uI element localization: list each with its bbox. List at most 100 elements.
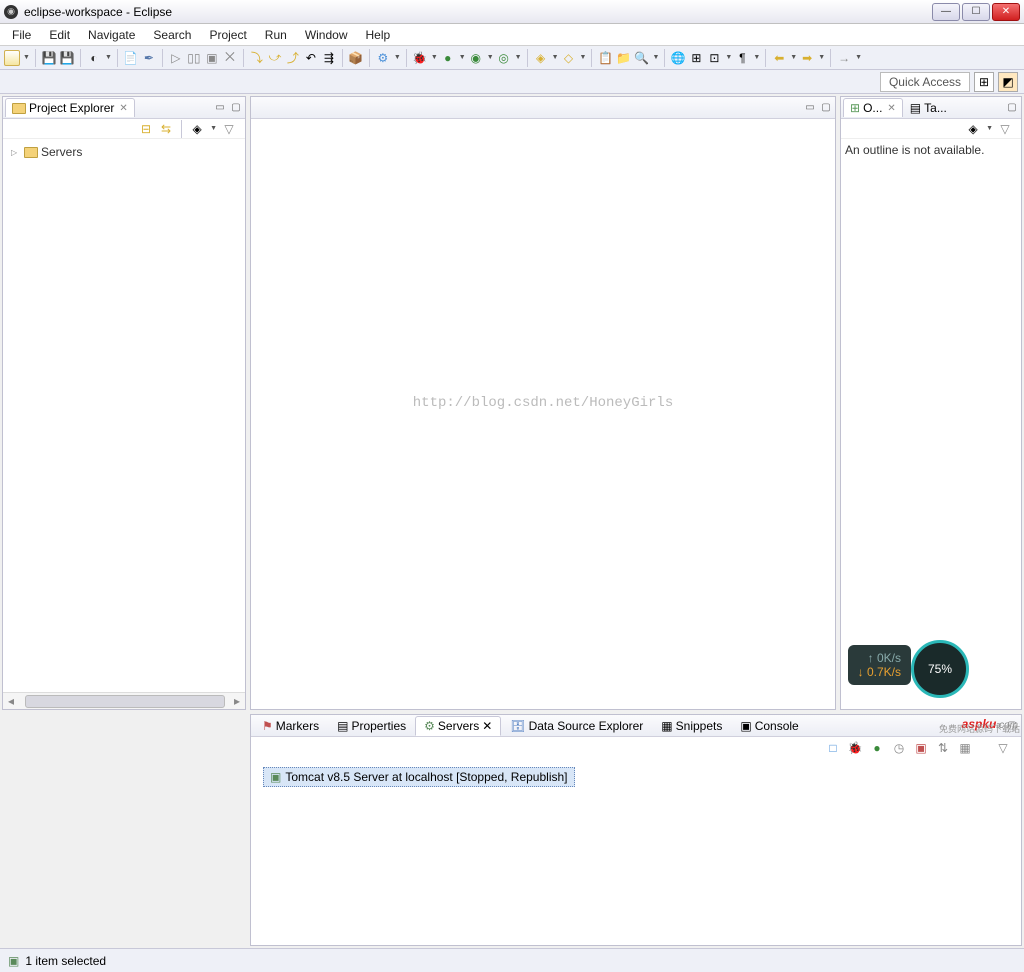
outline-icon: ⊞ — [850, 101, 860, 115]
project-tree[interactable]: ▷ Servers — [3, 139, 245, 692]
servers-body[interactable]: ▣ Tomcat v8.5 Server at localhost [Stopp… — [251, 759, 1021, 945]
menu-bar: File Edit Navigate Search Project Run Wi… — [0, 24, 1024, 46]
step-over-icon[interactable]: ⤻ — [267, 50, 283, 66]
console-icon: ▣ — [740, 719, 751, 733]
selection-icon: ▣ — [8, 954, 19, 968]
new-server-icon[interactable]: ⚙ — [375, 50, 391, 66]
open-type-icon[interactable]: 📄 — [123, 50, 139, 66]
save-all-icon[interactable]: 💾 — [59, 50, 75, 66]
properties-tab[interactable]: ▤Properties — [328, 716, 415, 736]
publish-server-icon[interactable]: ⇅ — [935, 740, 951, 756]
focus-outline-icon[interactable]: ◈ — [965, 121, 981, 137]
maximize-editor-icon[interactable]: ▢ — [819, 101, 833, 115]
new-package-icon[interactable]: ◇ — [561, 50, 577, 66]
clean-server-icon[interactable]: ▦ — [957, 740, 973, 756]
horizontal-scrollbar[interactable]: ◂▸ — [3, 692, 245, 709]
open-perspective-button[interactable]: ⊞ — [974, 72, 994, 92]
start-server-icon[interactable]: ● — [869, 740, 885, 756]
work-area: Project Explorer ✕ ▭ ▢ ⊟ ⇆ ◈▼ ▽ ▷ Server… — [0, 94, 1024, 712]
maximize-view-icon[interactable]: ▢ — [229, 101, 243, 115]
view-menu-icon[interactable]: ▽ — [995, 740, 1011, 756]
server-item-tomcat[interactable]: ▣ Tomcat v8.5 Server at localhost [Stopp… — [263, 767, 575, 787]
view-menu-icon[interactable]: ▽ — [221, 121, 237, 137]
drop-frame-icon[interactable]: ↶ — [303, 50, 319, 66]
editor-area: ▭ ▢ http://blog.csdn.net/HoneyGirls — [250, 96, 836, 710]
menu-navigate[interactable]: Navigate — [80, 26, 143, 44]
view-menu-icon[interactable]: ▽ — [997, 121, 1013, 137]
eclipse-icon: ◉ — [4, 5, 18, 19]
perspective-bar: Quick Access ⊞ ◩ — [0, 70, 1024, 94]
menu-file[interactable]: File — [4, 26, 39, 44]
forward-icon[interactable]: ➡ — [799, 50, 815, 66]
open-task-icon[interactable]: 📋 — [597, 50, 613, 66]
resume-icon[interactable]: ▷ — [168, 50, 184, 66]
focus-task-icon[interactable]: ◈ — [189, 121, 205, 137]
minimize-view-icon[interactable]: ▭ — [213, 101, 227, 115]
new-icon[interactable] — [4, 50, 20, 66]
minimize-button[interactable]: — — [932, 3, 960, 21]
build-icon[interactable]: 📦 — [348, 50, 364, 66]
close-tab-icon[interactable]: ✕ — [119, 103, 127, 114]
external-tools-icon[interactable]: ◎ — [496, 50, 512, 66]
tasklist-tab[interactable]: ▤ Ta... — [903, 98, 954, 117]
link-editor-icon[interactable]: ⇆ — [158, 121, 174, 137]
profile-server-icon[interactable]: ◷ — [891, 740, 907, 756]
search-icon[interactable]: 🔍 — [633, 50, 649, 66]
tree-item-servers[interactable]: ▷ Servers — [7, 143, 241, 161]
toggle-mark-icon[interactable]: ⊡ — [706, 50, 722, 66]
java-ee-perspective-button[interactable]: ◩ — [998, 72, 1018, 92]
back-icon[interactable]: ⬅ — [771, 50, 787, 66]
close-tab-icon[interactable]: ✕ — [887, 103, 895, 114]
next-annotation-icon[interactable]: → — [836, 50, 852, 66]
wand-icon[interactable]: ✒ — [141, 50, 157, 66]
server-item-label: Tomcat v8.5 Server at localhost [Stopped… — [285, 770, 567, 784]
folder-icon — [24, 147, 38, 158]
no-servers-icon[interactable]: □ — [825, 740, 841, 756]
folder-icon[interactable]: 📁 — [615, 50, 631, 66]
markers-tab[interactable]: ⚑Markers — [253, 716, 328, 736]
maximize-button[interactable]: ☐ — [962, 3, 990, 21]
main-toolbar: ▼ 💾 💾 ◐▼ 📄 ✒ ▷ ▯▯ ▣ ⨉ ⤵ ⤻ ⤴ ↶ ⇶ 📦 ⚙▼ 🐞▼ … — [0, 46, 1024, 70]
quick-access[interactable]: Quick Access — [880, 72, 970, 92]
expand-arrow-icon[interactable]: ▷ — [11, 148, 21, 157]
task-icon: ▤ — [910, 101, 921, 115]
tree-item-label: Servers — [41, 145, 82, 159]
save-icon[interactable]: 💾 — [41, 50, 57, 66]
coverage-icon[interactable]: ◉ — [468, 50, 484, 66]
menu-edit[interactable]: Edit — [41, 26, 78, 44]
project-explorer-tab[interactable]: Project Explorer ✕ — [5, 98, 135, 117]
menu-search[interactable]: Search — [145, 26, 199, 44]
title-bar: ◉ eclipse-workspace - Eclipse — ☐ ✕ — [0, 0, 1024, 24]
maximize-view-icon[interactable]: ▢ — [1005, 101, 1019, 115]
outline-tab[interactable]: ⊞ O... ✕ — [843, 98, 903, 117]
new-java-class-icon[interactable]: ◈ — [533, 50, 549, 66]
dse-tab[interactable]: 🗄Data Source Explorer — [501, 716, 652, 736]
run-icon[interactable]: ● — [440, 50, 456, 66]
minimize-editor-icon[interactable]: ▭ — [803, 101, 817, 115]
step-into-icon[interactable]: ⤵ — [249, 50, 265, 66]
stop-server-icon[interactable]: ▣ — [913, 740, 929, 756]
properties-icon: ▤ — [337, 719, 348, 733]
servers-tab[interactable]: ⚙Servers✕ — [415, 716, 501, 736]
menu-help[interactable]: Help — [358, 26, 399, 44]
step-return-icon[interactable]: ⤴ — [285, 50, 301, 66]
console-tab[interactable]: ▣Console — [731, 716, 807, 736]
toggle-whitespace-icon[interactable]: ¶ — [734, 50, 750, 66]
web-browser-icon[interactable]: 🌐 — [670, 50, 686, 66]
menu-window[interactable]: Window — [297, 26, 356, 44]
suspend-icon[interactable]: ▯▯ — [186, 50, 202, 66]
debug-icon[interactable]: 🐞 — [412, 50, 428, 66]
close-tab-icon[interactable]: ✕ — [482, 719, 492, 733]
switch-icon[interactable]: ◐ — [86, 50, 102, 66]
toggle-breadcrumb-icon[interactable]: ⊞ — [688, 50, 704, 66]
step-filters-icon[interactable]: ⇶ — [321, 50, 337, 66]
terminate-icon[interactable]: ▣ — [204, 50, 220, 66]
menu-project[interactable]: Project — [201, 26, 254, 44]
close-button[interactable]: ✕ — [992, 3, 1020, 21]
debug-server-icon[interactable]: 🐞 — [847, 740, 863, 756]
disconnect-icon[interactable]: ⨉ — [222, 50, 238, 66]
menu-run[interactable]: Run — [257, 26, 295, 44]
snippets-tab[interactable]: ▦Snippets — [652, 716, 731, 736]
servers-icon: ⚙ — [424, 719, 435, 733]
collapse-all-icon[interactable]: ⊟ — [138, 121, 154, 137]
